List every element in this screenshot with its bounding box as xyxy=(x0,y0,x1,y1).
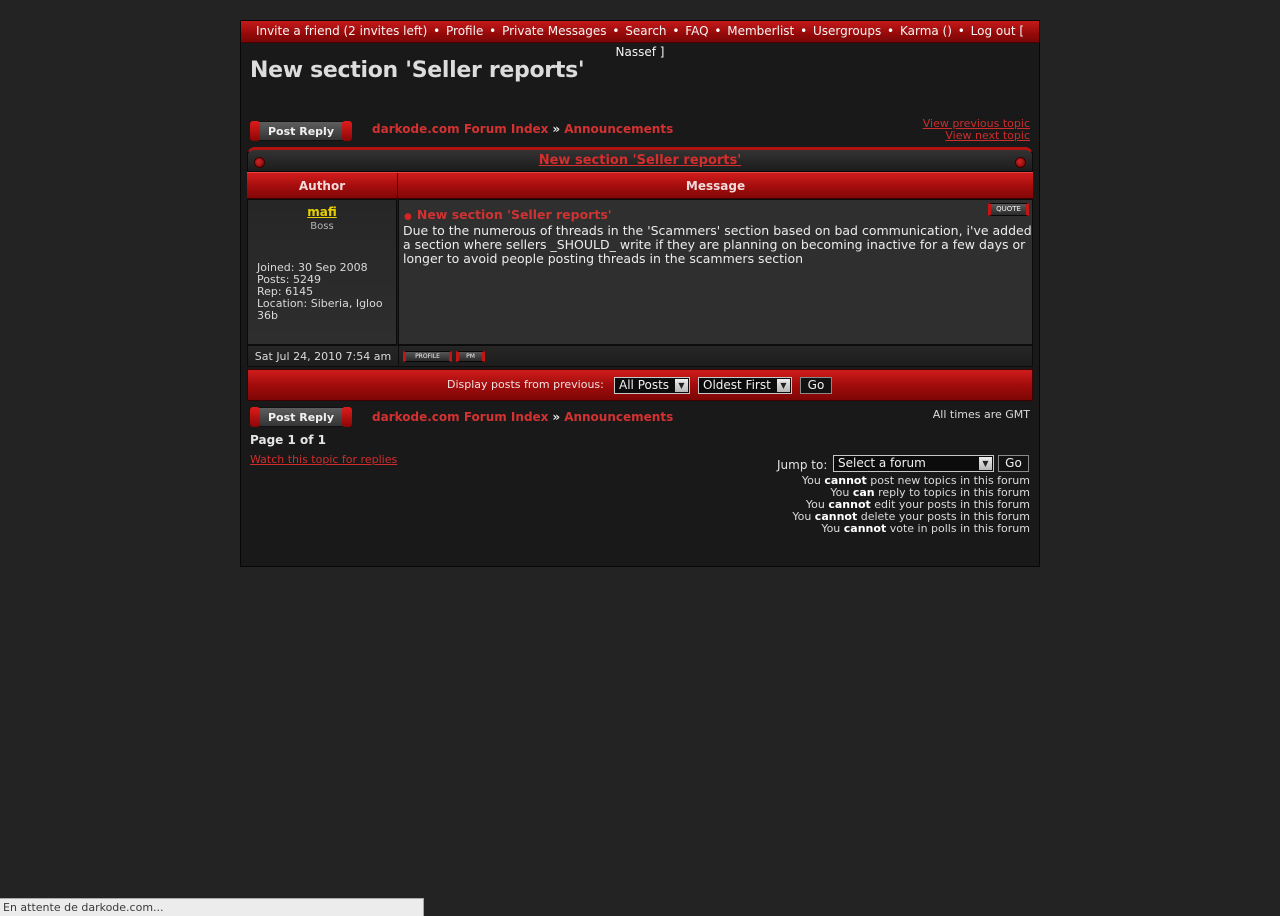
profile-button[interactable]: PROFILE xyxy=(403,351,452,362)
author-details: Joined: 30 Sep 2008 Posts: 5249 Rep: 614… xyxy=(257,262,391,322)
topic-header: New section 'Seller reports' xyxy=(247,147,1033,172)
jump-to-label: Jump to: xyxy=(777,458,828,472)
post-body: Due to the numerous of threads in the 'S… xyxy=(403,223,1032,266)
post-subject: ● New section 'Seller reports' xyxy=(404,207,612,222)
browser-status-bar: En attente de darkode.com... xyxy=(0,898,424,916)
button-cap-left xyxy=(250,407,260,427)
chevron-down-icon: ▼ xyxy=(777,379,790,392)
page-indicator: Page 1 of 1 xyxy=(250,433,326,447)
breadcrumb-bottom: darkode.com Forum Index » Announcements xyxy=(372,410,673,424)
message-cell: ● New section 'Seller reports' QUOTE Due … xyxy=(398,199,1033,345)
post-date: Sat Jul 24, 2010 7:54 am xyxy=(248,346,399,366)
permission-line: You cannot vote in polls in this forum xyxy=(792,523,1030,535)
red-dot-icon xyxy=(1015,157,1026,168)
permission-prefix: You xyxy=(821,522,844,535)
button-cap-right xyxy=(342,121,352,141)
timezone-note: All times are GMT xyxy=(932,408,1030,421)
nav-separator: • xyxy=(800,24,808,38)
nav-profile-link[interactable]: Profile xyxy=(446,24,483,38)
nav-separator: • xyxy=(433,24,441,38)
topic-table: New section 'Seller reports' Author Mess… xyxy=(247,147,1033,401)
breadcrumb-arrow: » xyxy=(552,410,561,424)
author-name-link[interactable]: mafi xyxy=(248,205,396,219)
post-reply-label: Post Reply xyxy=(268,411,334,424)
nav-faq-link[interactable]: FAQ xyxy=(685,24,708,38)
jump-to-select[interactable]: Select a forum ▼ xyxy=(833,455,994,472)
permission-text: vote in polls in this forum xyxy=(886,522,1030,535)
button-cap-left xyxy=(250,121,260,141)
post-reply-button-bottom[interactable]: Post Reply xyxy=(250,407,352,427)
nav-private-messages-link[interactable]: Private Messages xyxy=(502,24,607,38)
breadcrumb-announcements-link[interactable]: Announcements xyxy=(564,410,673,424)
nav-separator: • xyxy=(612,24,620,38)
permission-prefix: You xyxy=(801,474,825,487)
permission-verb: cannot xyxy=(843,522,887,535)
post-footer-row: Sat Jul 24, 2010 7:54 am PROFILE PM xyxy=(247,345,1033,367)
quote-button[interactable]: QUOTE xyxy=(988,203,1029,216)
topic-title-link[interactable]: New section 'Seller reports' xyxy=(539,153,742,168)
nav-memberlist-link[interactable]: Memberlist xyxy=(727,24,794,38)
column-header-row: Author Message xyxy=(247,172,1033,199)
view-next-topic-link[interactable]: View next topic xyxy=(923,130,1030,142)
nav-separator: • xyxy=(957,24,965,38)
nav-separator: • xyxy=(489,24,497,38)
display-options-bar: Display posts from previous: All Posts ▼… xyxy=(247,369,1033,401)
post-reply-button-top[interactable]: Post Reply xyxy=(250,121,352,141)
breadcrumb-forum-index-link[interactable]: darkode.com Forum Index xyxy=(372,410,548,424)
breadcrumb-announcements-link[interactable]: Announcements xyxy=(564,122,673,136)
author-cell: mafi Boss Joined: 30 Sep 2008 Posts: 524… xyxy=(247,199,397,345)
posts-period-value: All Posts xyxy=(619,378,670,392)
top-navigation: Invite a friend (2 invites left) • Profi… xyxy=(241,21,1039,59)
posts-period-select[interactable]: All Posts ▼ xyxy=(614,377,690,394)
forum-permissions: You cannot post new topics in this forum… xyxy=(792,475,1030,535)
nav-search-link[interactable]: Search xyxy=(625,24,666,38)
display-posts-label: Display posts from previous: xyxy=(447,378,604,391)
forum-container: Invite a friend (2 invites left) • Profi… xyxy=(240,20,1040,567)
chevron-down-icon: ▼ xyxy=(979,457,992,470)
breadcrumb-top: darkode.com Forum Index » Announcements xyxy=(372,122,673,136)
jump-to-value: Select a forum xyxy=(838,456,926,470)
posts-order-value: Oldest First xyxy=(703,378,771,392)
nav-separator: • xyxy=(672,24,680,38)
breadcrumb-forum-index-link[interactable]: darkode.com Forum Index xyxy=(372,122,548,136)
column-header-message: Message xyxy=(685,179,746,193)
post-reply-label: Post Reply xyxy=(268,125,334,138)
author-rank: Boss xyxy=(310,221,334,232)
jump-go-button[interactable]: Go xyxy=(998,455,1029,472)
permission-prefix: You xyxy=(792,510,815,523)
posts-order-select[interactable]: Oldest First ▼ xyxy=(698,377,792,394)
nav-usergroups-link[interactable]: Usergroups xyxy=(813,24,881,38)
author-location: Location: Siberia, Igloo 36b xyxy=(257,297,383,322)
display-go-button[interactable]: Go xyxy=(800,377,832,394)
nav-separator: • xyxy=(887,24,895,38)
breadcrumb-arrow: » xyxy=(552,122,561,136)
chevron-down-icon: ▼ xyxy=(675,379,688,392)
pm-button[interactable]: PM xyxy=(456,351,485,362)
nav-separator: • xyxy=(714,24,722,38)
post-subject-text: New section 'Seller reports' xyxy=(416,207,612,222)
column-header-author: Author xyxy=(247,173,398,199)
page-title: New section 'Seller reports' xyxy=(250,58,585,83)
nav-invite-link[interactable]: Invite a friend (2 invites left) xyxy=(256,24,427,38)
nav-karma-link[interactable]: Karma () xyxy=(900,24,952,38)
watch-topic-link[interactable]: Watch this topic for replies xyxy=(250,453,397,466)
topic-navigation-links: View previous topic View next topic xyxy=(923,118,1030,142)
button-cap-right xyxy=(342,407,352,427)
red-dot-icon xyxy=(254,157,265,168)
red-dot-icon: ● xyxy=(404,212,412,222)
